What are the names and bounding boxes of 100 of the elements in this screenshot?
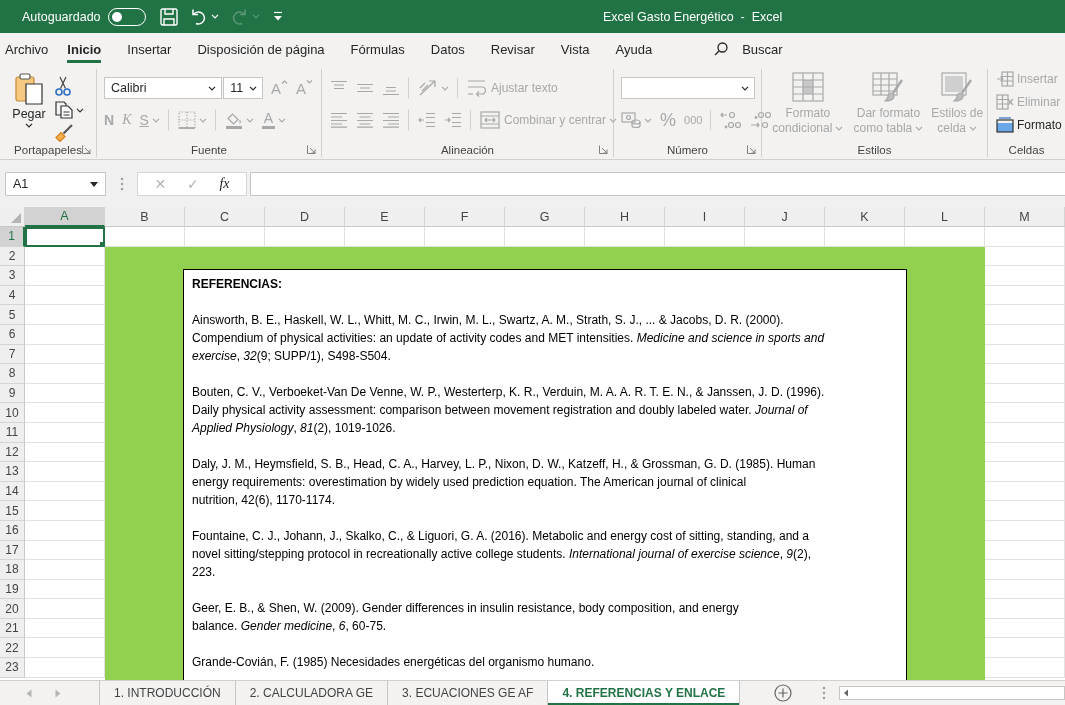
merge-cells-icon xyxy=(480,111,500,129)
dialog-launcher-icon[interactable] xyxy=(82,145,91,154)
ribbon-tab[interactable]: Fórmulas xyxy=(350,35,405,63)
reference-text: Bouten, C. V., Verboeket-Van De Venne, W. P., Westerterp, K. R., Verduin, M. A. A. R. T. E. N., & Janssen, J. D. (1996). Daily physical activity assessment: comparison between movement registration and doubly labeled water. Journal of Applied Physiology, 81(2), 1019-1026. xyxy=(192,384,826,437)
sheet-cell[interactable] xyxy=(265,227,345,247)
dialog-launcher-icon[interactable] xyxy=(747,145,756,154)
format-button[interactable]: Formato xyxy=(996,115,1065,135)
number-format-dropdown[interactable] xyxy=(621,77,755,99)
sheet-cell[interactable] xyxy=(985,227,1065,247)
sheet-cell[interactable] xyxy=(825,227,905,247)
dialog-launcher-icon[interactable] xyxy=(307,145,316,154)
ribbon-tab[interactable]: Vista xyxy=(560,35,590,63)
column-header[interactable]: J xyxy=(745,207,825,227)
sheet-cell[interactable] xyxy=(905,227,985,247)
column-header[interactable]: A xyxy=(25,207,105,227)
sheet-tab[interactable]: 1. INTRODUCCIÓN xyxy=(100,681,236,705)
horizontal-scrollbar[interactable] xyxy=(839,686,1065,700)
undo-icon[interactable] xyxy=(189,8,207,25)
name-box[interactable]: A1 xyxy=(5,172,106,196)
sheet-cell[interactable] xyxy=(665,227,745,247)
caret-up-icon xyxy=(281,79,288,84)
ribbon-tab[interactable]: Datos xyxy=(430,35,465,63)
search-icon xyxy=(714,42,729,56)
sheet-cell[interactable] xyxy=(345,227,425,247)
sheet-cell[interactable] xyxy=(185,227,265,247)
column-header[interactable]: M xyxy=(985,207,1065,227)
row-header[interactable]: 10 xyxy=(0,403,25,423)
row-header[interactable]: 22 xyxy=(0,638,25,659)
sheet-tab[interactable]: 2. CALCULADORA GE xyxy=(235,681,389,705)
scissors-icon[interactable] xyxy=(55,76,71,96)
drag-handle-icon[interactable] xyxy=(120,177,124,191)
dialog-launcher-icon[interactable] xyxy=(599,145,608,154)
grid-brush-icon xyxy=(872,72,905,102)
column-header[interactable]: F xyxy=(425,207,505,227)
caret-icon[interactable] xyxy=(76,107,84,113)
column-header[interactable]: E xyxy=(345,207,425,227)
column-header[interactable]: B xyxy=(105,207,185,227)
caret-icon xyxy=(741,85,749,91)
group-label: Alineación xyxy=(440,143,495,156)
font-name-dropdown[interactable]: Calibri xyxy=(104,77,223,99)
row-header[interactable]: 5 xyxy=(0,305,25,325)
row-header[interactable]: 15 xyxy=(0,501,25,521)
sheet-cell[interactable] xyxy=(105,227,185,247)
caret-icon xyxy=(208,85,217,91)
delete-cells-icon xyxy=(996,94,1014,110)
row-header[interactable]: 1 xyxy=(0,227,25,247)
row-header[interactable]: 3 xyxy=(0,266,25,286)
insert-cells-icon xyxy=(996,71,1014,87)
group-label: Estilos xyxy=(857,143,892,156)
row-header[interactable]: 18 xyxy=(0,560,25,580)
select-all-button[interactable] xyxy=(0,207,25,227)
group-label: Número xyxy=(667,143,708,156)
column-header[interactable]: I xyxy=(665,207,745,227)
sheet-tab[interactable]: 4. REFERENCIAS Y ENLACE xyxy=(548,681,741,705)
cell-brush-icon xyxy=(941,72,974,102)
row-header[interactable]: 20 xyxy=(0,599,25,619)
copy-icon[interactable] xyxy=(55,101,73,119)
references-heading: REFERENCIAS: xyxy=(192,276,283,293)
save-icon[interactable] xyxy=(159,7,178,26)
group-label: Fuente xyxy=(191,143,227,156)
left-triangle-icon[interactable] xyxy=(843,689,849,697)
ribbon-tab[interactable]: Disposición de página xyxy=(197,35,325,63)
column-header[interactable]: L xyxy=(905,207,985,227)
sheet-cell[interactable] xyxy=(425,227,505,247)
shaded-grid-icon xyxy=(791,72,824,102)
autosave-label: Autoguardado xyxy=(22,9,101,24)
paste-button[interactable]: Pegar xyxy=(12,71,46,142)
ribbon-tab[interactable]: Archivo xyxy=(5,35,49,63)
ribbon-tab[interactable]: Ayuda xyxy=(615,35,653,63)
column-header[interactable]: K xyxy=(825,207,905,227)
column-header[interactable]: C xyxy=(185,207,265,227)
formula-input[interactable] xyxy=(250,172,1065,196)
ribbon-tab[interactable]: Revisar xyxy=(490,35,535,63)
ribbon-tab[interactable]: Inicio xyxy=(67,35,102,63)
sheet-cell[interactable] xyxy=(505,227,585,247)
row-header[interactable]: 23 xyxy=(0,658,25,678)
column-header[interactable]: G xyxy=(505,207,585,227)
group-label: Celdas xyxy=(1008,143,1045,156)
sheet-cell[interactable] xyxy=(585,227,665,247)
reference-text: Daly, J. M., Heymsfield, S. B., Head, C. A., Harvey, L. P., Nixon, D. W., Katzeff, H., & Grossman, G. D. (1985). Human energy requirements: overestimation by widely used prediction equation. The American journal of clinical nutrition, 42(6), 1170-1174. xyxy=(192,456,817,509)
paintbrush-icon[interactable] xyxy=(55,124,73,142)
window-title: Excel Gasto Energético - Excel xyxy=(603,9,783,24)
format-cells-icon xyxy=(996,117,1014,133)
active-cell[interactable] xyxy=(25,227,105,247)
sheet-cell[interactable] xyxy=(745,227,825,247)
search-button[interactable]: Buscar xyxy=(714,41,783,57)
row-header[interactable]: 13 xyxy=(0,462,25,482)
clipboard-icon xyxy=(15,73,43,105)
reference-text: Fountaine, C. J., Johann, J., Skalko, C., & Liguori, G. A. (2016). Metabolic and energy cost of sitting, standing, and a novel sitting/stepping protocol in recreationally active college students. International journal of exercise science, 9(2), 223. xyxy=(192,528,813,581)
ribbon-tab[interactable]: Insertar xyxy=(127,35,172,63)
reference-text: Grande-Covián, F. (1985) Necesidades energéticas del organismo humano. xyxy=(192,654,596,671)
column-header[interactable]: D xyxy=(265,207,345,227)
add-icon[interactable] xyxy=(774,684,793,702)
font-size-dropdown[interactable]: 11 xyxy=(223,77,263,99)
caret-icon xyxy=(248,85,257,91)
drag-handle-icon[interactable] xyxy=(822,686,827,700)
column-header[interactable]: H xyxy=(585,207,665,227)
menu-caret-icon[interactable] xyxy=(271,10,284,23)
insert-function-button[interactable]: fx xyxy=(219,176,230,192)
row-header[interactable]: 8 xyxy=(0,364,25,384)
